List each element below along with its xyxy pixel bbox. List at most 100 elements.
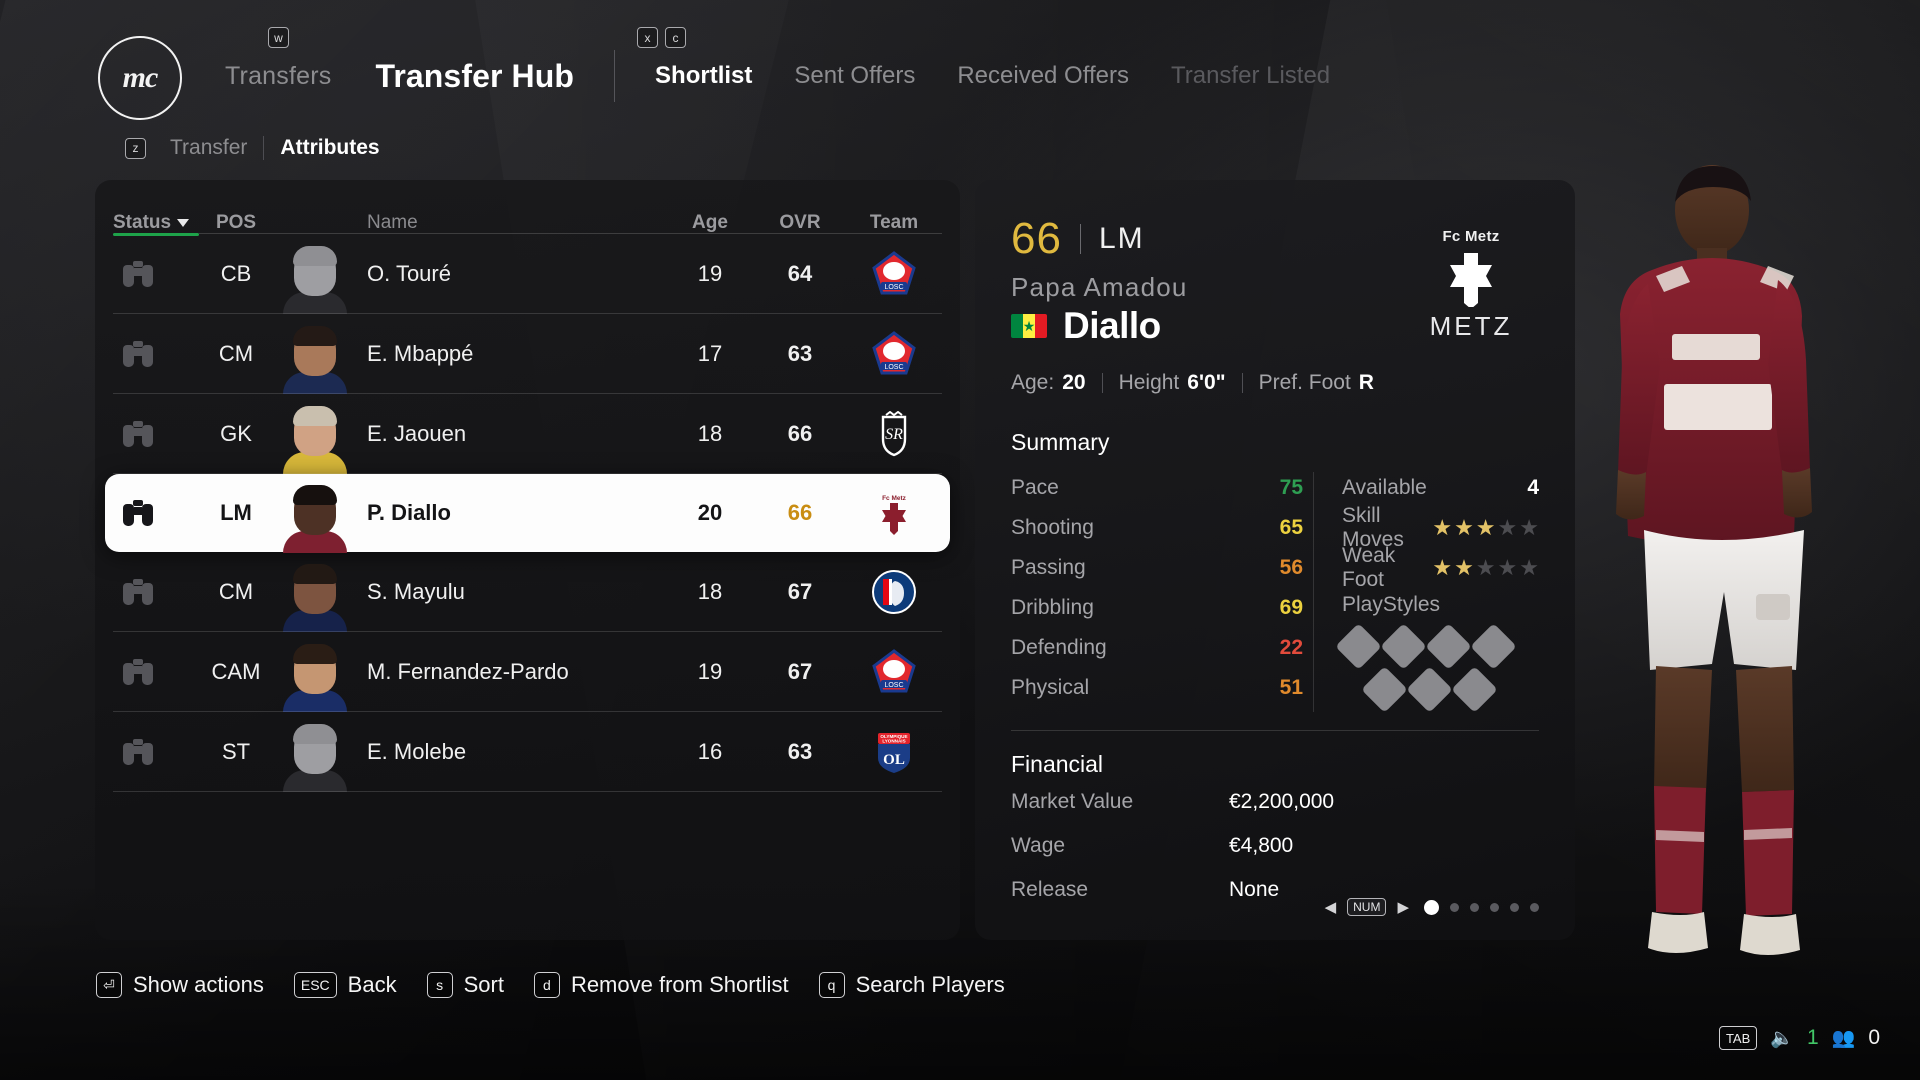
page-title: Transfer Hub — [375, 57, 575, 94]
playstyle-diamond-icon — [1451, 666, 1498, 713]
action-show-actions[interactable]: ⏎ Show actions — [96, 972, 264, 998]
age-cell: 19 — [697, 261, 723, 286]
side-stats-column: Available 4 Skill Moves ★ ★ ★ ★ ★ Weak Foot … — [1335, 468, 1539, 716]
page-dot[interactable] — [1530, 902, 1539, 912]
hotkey-x[interactable]: x — [637, 27, 658, 48]
page-dot[interactable] — [1490, 902, 1499, 912]
club-badge-wordmark: METZ — [1429, 311, 1513, 341]
status-cell[interactable] — [113, 261, 199, 287]
action-back[interactable]: ESC Back — [293, 972, 397, 998]
crest-lille-icon: LOSC — [870, 250, 918, 298]
table-row[interactable]: ST E. Molebe 16 63 OLYMPIQUE LYONNAIS OL — [113, 712, 942, 792]
row-divider — [113, 791, 942, 792]
pager-numkey[interactable]: NUM — [1347, 898, 1387, 916]
financial-row: Market Value €2,200,000 — [1011, 782, 1539, 822]
playstyle-diamond-icon — [1361, 666, 1408, 713]
action-remove-from-shortlist[interactable]: d Remove from Shortlist — [533, 972, 789, 998]
hotkey-group-xc: x c — [637, 27, 686, 48]
page-prev-icon[interactable]: ◀ — [1325, 898, 1337, 916]
breadcrumb-transfers[interactable]: Transfers — [225, 62, 331, 91]
column-header-name[interactable]: Name — [273, 212, 666, 234]
overall-separator — [1079, 224, 1081, 254]
hotkey-c[interactable]: c — [665, 27, 686, 48]
status-cell[interactable] — [113, 500, 199, 526]
club-logo-text: mc — [122, 61, 159, 94]
binoculars-icon — [123, 500, 153, 526]
playstyle-diamond-icon — [1380, 623, 1427, 670]
column-header-ovr[interactable]: OVR — [754, 212, 846, 234]
column-header-team[interactable]: Team — [846, 212, 942, 234]
status-cell[interactable] — [113, 579, 199, 605]
bio-age-label: Age: — [1011, 371, 1055, 394]
table-row[interactable]: CB O. Touré 19 64 LOSC — [113, 234, 942, 314]
page-dot[interactable] — [1424, 899, 1439, 915]
table-row[interactable]: CAM M. Fernandez-Pardo 19 67 LOSC — [113, 632, 942, 712]
action-bar: ⏎ Show actions ESC Back s Sort d Remove from Sh… — [96, 972, 1005, 998]
action-sort[interactable]: s Sort — [426, 972, 504, 998]
star-icon: ★ — [1475, 515, 1496, 540]
star-icon: ★ — [1454, 555, 1474, 580]
page-next-icon[interactable]: ▶ — [1397, 898, 1409, 916]
star-icon: ★ — [1497, 555, 1518, 580]
ovr-cell: 64 — [787, 261, 813, 286]
shortlist-rows: CB O. Touré 19 64 LOSC CM E. Mbappé 17 63 LOSC GK E… — [95, 234, 960, 792]
tab-sent-offers[interactable]: Sent Offers — [794, 62, 915, 90]
stat-skill-moves: Skill Moves ★ ★ ★ ★ ★ — [1342, 504, 1539, 551]
crest-lyon-icon: OLYMPIQUE LYONNAIS OL — [870, 728, 918, 776]
bio-foot-label: Pref. Foot — [1258, 371, 1351, 394]
page-dot[interactable] — [1450, 902, 1459, 912]
age-cell: 20 — [697, 500, 723, 525]
player-face — [273, 632, 367, 712]
secondary-tabs: z Transfer Attributes — [125, 136, 380, 160]
hotkey-tab[interactable]: TAB — [1718, 1026, 1758, 1050]
action-label: Show actions — [133, 972, 264, 997]
column-header-status[interactable]: Status — [113, 212, 199, 234]
page-dot[interactable] — [1470, 902, 1479, 912]
ovr-cell: 66 — [787, 421, 813, 446]
hotkey-w[interactable]: w — [268, 27, 289, 48]
playstyle-diamond-icon — [1406, 666, 1453, 713]
binoculars-icon — [123, 341, 153, 367]
status-cell[interactable] — [113, 659, 199, 685]
page-dot[interactable] — [1510, 902, 1519, 912]
age-cell: 17 — [697, 341, 723, 366]
financial-row: Wage €4,800 — [1011, 826, 1539, 866]
club-badge: Fc Metz METZ — [1411, 228, 1531, 342]
hotkey-z[interactable]: z — [125, 137, 146, 159]
attribute-value: 56 — [1279, 556, 1303, 579]
table-row[interactable]: CM E. Mbappé 17 63 LOSC — [113, 314, 942, 394]
position-cell: LM — [220, 500, 252, 525]
ovr-cell: 67 — [787, 659, 813, 684]
tab-received-offers[interactable]: Received Offers — [957, 62, 1129, 90]
status-cell[interactable] — [113, 421, 199, 447]
attribute-value: 51 — [1279, 676, 1303, 699]
column-header-age[interactable]: Age — [666, 212, 754, 234]
team-crest-cell: SR — [846, 410, 942, 458]
position-cell: CM — [218, 341, 254, 366]
table-row-selected[interactable]: LM P. Diallo 20 66 Fc Metz — [105, 474, 950, 553]
financial-rows: Market Value €2,200,000 Wage €4,800 Release N… — [1011, 782, 1539, 910]
action-search-players[interactable]: q Search Players — [818, 972, 1005, 998]
bio-age-value: 20 — [1062, 371, 1086, 394]
stat-playstyles: PlayStyles — [1342, 588, 1539, 622]
player-face — [273, 552, 367, 632]
club-logo: mc — [98, 36, 182, 120]
ovr-cell: 63 — [787, 341, 813, 366]
binoculars-icon — [123, 739, 153, 765]
attribute-defending: Defending 22 — [1011, 628, 1303, 668]
tab-transfer[interactable]: Transfer — [170, 136, 247, 160]
svg-text:LOSC: LOSC — [884, 364, 903, 371]
shortlist-panel: Status POS Name Age OVR Team CB O. Touré 1… — [95, 180, 960, 940]
status-cell[interactable] — [113, 739, 199, 765]
column-header-pos[interactable]: POS — [199, 212, 273, 234]
tab-shortlist[interactable]: Shortlist — [655, 62, 752, 90]
tab-transfer-listed[interactable]: Transfer Listed — [1171, 62, 1330, 90]
tab-attributes[interactable]: Attributes — [280, 136, 379, 160]
team-crest-cell: Fc Metz — [846, 489, 942, 537]
summary-stats: Pace 75 Shooting 65 Passing 56 Dribbling 69 Defe… — [1011, 468, 1539, 716]
age-cell: 18 — [697, 421, 723, 446]
table-row[interactable]: GK E. Jaouen 18 66 SR — [113, 394, 942, 474]
table-row[interactable]: CM S. Mayulu 18 67 — [113, 552, 942, 632]
binoculars-icon — [123, 261, 153, 287]
status-cell[interactable] — [113, 341, 199, 367]
